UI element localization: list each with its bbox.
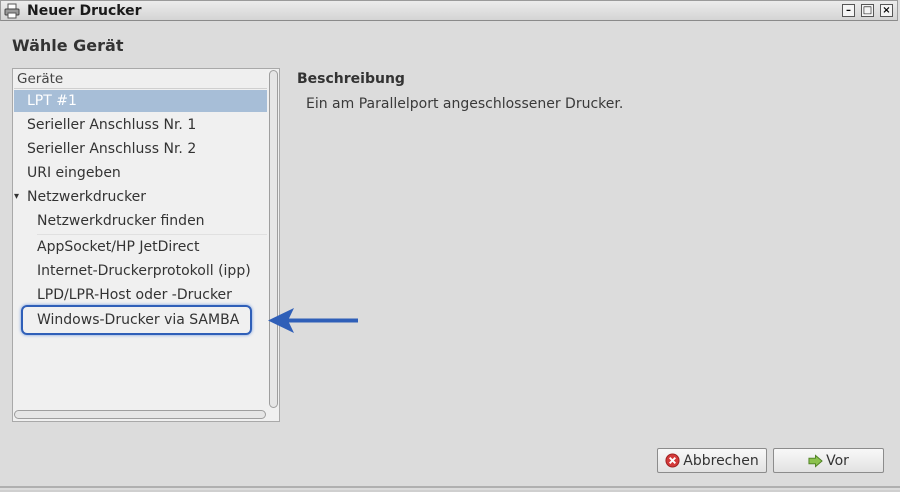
device-item-lpd[interactable]: LPD/LPR-Host oder -Drucker <box>37 284 232 306</box>
forward-arrow-icon <box>808 453 823 468</box>
description-label: Beschreibung <box>297 71 405 87</box>
device-item-serial-1[interactable]: Serieller Anschluss Nr. 1 <box>27 114 196 136</box>
device-item-ipp[interactable]: Internet-Druckerprotokoll (ipp) <box>37 260 251 282</box>
page-heading: Wähle Gerät <box>12 36 124 55</box>
vertical-scrollbar[interactable] <box>269 70 278 408</box>
device-list-header[interactable]: Geräte <box>14 70 267 89</box>
description-text: Ein am Parallelport angeschlossener Druc… <box>306 96 624 112</box>
forward-button-label: Vor <box>826 452 849 469</box>
printer-icon <box>4 3 20 19</box>
device-item-serial-2[interactable]: Serieller Anschluss Nr. 2 <box>27 138 196 160</box>
device-item-find-network-printer[interactable]: Netzwerkdrucker finden <box>37 210 205 232</box>
cancel-button-label: Abbrechen <box>683 452 759 469</box>
cancel-button[interactable]: Abbrechen <box>657 448 767 473</box>
forward-button[interactable]: Vor <box>773 448 884 473</box>
device-item-lpt1[interactable]: LPT #1 <box>14 90 267 112</box>
horizontal-scrollbar[interactable] <box>14 410 266 419</box>
bottom-divider <box>0 486 900 488</box>
list-separator <box>37 234 267 235</box>
window-title: Neuer Drucker <box>27 3 142 19</box>
maximize-button[interactable]: □ <box>861 4 874 17</box>
device-list: Geräte LPT #1 Serieller Anschluss Nr. 1 … <box>12 68 280 422</box>
device-item-network-printer[interactable]: Netzwerkdrucker <box>27 186 146 208</box>
close-button[interactable]: × <box>880 4 893 17</box>
annotation-highlight-box <box>21 305 252 335</box>
expander-arrow-icon[interactable]: ▾ <box>14 186 19 208</box>
device-item-appsocket[interactable]: AppSocket/HP JetDirect <box>37 236 200 258</box>
minimize-button[interactable]: – <box>842 4 855 17</box>
annotation-arrow-icon <box>268 308 358 333</box>
cancel-icon <box>665 453 680 468</box>
device-item-uri[interactable]: URI eingeben <box>27 162 121 184</box>
title-bar: Neuer Drucker – □ × <box>0 0 898 21</box>
